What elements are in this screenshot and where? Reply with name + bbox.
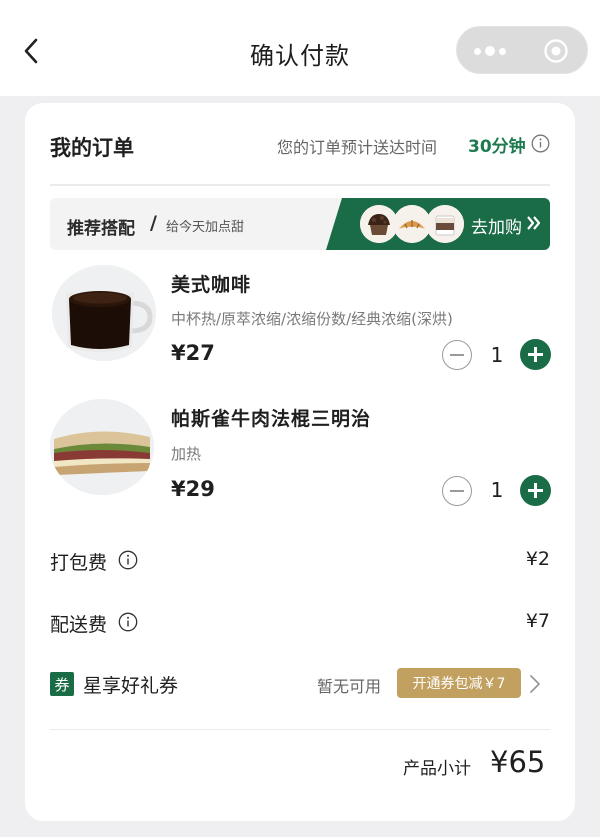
product-spec: 中杯热/原萃浓缩/浓缩份数/经典浓缩(深烘) bbox=[171, 310, 453, 328]
beef-baguette-sandwich-image bbox=[50, 399, 154, 495]
delivery-fee-row: 配送费 ¥7 bbox=[50, 610, 550, 640]
increase-quantity-button[interactable] bbox=[520, 339, 551, 370]
product-price: ¥27 bbox=[171, 341, 215, 365]
recommendation-banner: 推荐搭配 / 给今天加点甜 去加购 bbox=[50, 198, 550, 250]
recommendation-slash: / bbox=[150, 212, 157, 234]
product-name: 美式咖啡 bbox=[171, 274, 252, 296]
decrease-quantity-button[interactable] bbox=[442, 340, 472, 370]
product-row-sandwich: 帕斯雀牛肉法棍三明治 加热 ¥29 1 bbox=[25, 393, 575, 513]
eta-value: 30分钟 bbox=[468, 137, 526, 157]
recommendation-subtitle: 给今天加点甜 bbox=[166, 220, 245, 235]
packing-fee-row: 打包费 ¥2 bbox=[50, 548, 550, 578]
subtotal-value: ¥65 bbox=[490, 745, 546, 779]
divider bbox=[50, 729, 550, 730]
quantity-value: 1 bbox=[490, 478, 504, 502]
add-to-cart-button[interactable]: 去加购 bbox=[326, 198, 550, 250]
packing-fee-label: 打包费 bbox=[50, 552, 108, 574]
info-icon[interactable] bbox=[531, 134, 550, 157]
recommendation-title: 推荐搭配 bbox=[67, 219, 135, 239]
navigation-bar: 确认付款 bbox=[0, 0, 600, 96]
delivery-fee-label: 配送费 bbox=[50, 614, 108, 636]
minus-icon bbox=[450, 490, 464, 492]
divider bbox=[50, 184, 550, 186]
more-dots-icon bbox=[474, 46, 506, 56]
coupon-status: 暂无可用 bbox=[317, 677, 382, 696]
info-icon[interactable] bbox=[118, 550, 138, 570]
coupon-pack-promo-button[interactable]: 开通券包减￥7 bbox=[397, 668, 521, 698]
order-card: 我的订单 您的订单预计送达时间 30分钟 推荐搭配 / 给今天加点甜 去加购 美… bbox=[25, 103, 575, 821]
eta-label: 您的订单预计送达时间 bbox=[277, 138, 438, 157]
subtotal-label: 产品小计 bbox=[403, 759, 471, 779]
mini-program-capsule bbox=[456, 26, 588, 74]
cake-cup-thumbnail bbox=[426, 205, 464, 243]
chevron-right-icon[interactable] bbox=[528, 673, 542, 695]
americano-cup-image bbox=[52, 265, 156, 361]
target-circle-icon bbox=[544, 39, 568, 63]
close-mini-program-button[interactable] bbox=[523, 27, 589, 75]
coupon-badge: 券 bbox=[50, 672, 74, 696]
info-icon[interactable] bbox=[118, 612, 138, 632]
minus-icon bbox=[450, 354, 464, 356]
product-price: ¥29 bbox=[171, 477, 215, 501]
product-row-americano: 美式咖啡 中杯热/原萃浓缩/浓缩份数/经典浓缩(深烘) ¥27 1 bbox=[25, 258, 575, 378]
coupon-title: 星享好礼券 bbox=[83, 675, 179, 697]
quantity-value: 1 bbox=[490, 343, 504, 367]
order-title: 我的订单 bbox=[50, 136, 134, 160]
packing-fee-value: ¥2 bbox=[525, 548, 550, 570]
delivery-fee-value: ¥7 bbox=[525, 610, 550, 632]
more-menu-button[interactable] bbox=[457, 27, 523, 75]
add-to-cart-label: 去加购 bbox=[471, 218, 522, 238]
product-spec: 加热 bbox=[171, 445, 202, 463]
double-chevron-right-icon bbox=[527, 216, 541, 230]
increase-quantity-button[interactable] bbox=[520, 475, 551, 506]
product-name: 帕斯雀牛肉法棍三明治 bbox=[171, 408, 372, 430]
decrease-quantity-button[interactable] bbox=[442, 476, 472, 506]
